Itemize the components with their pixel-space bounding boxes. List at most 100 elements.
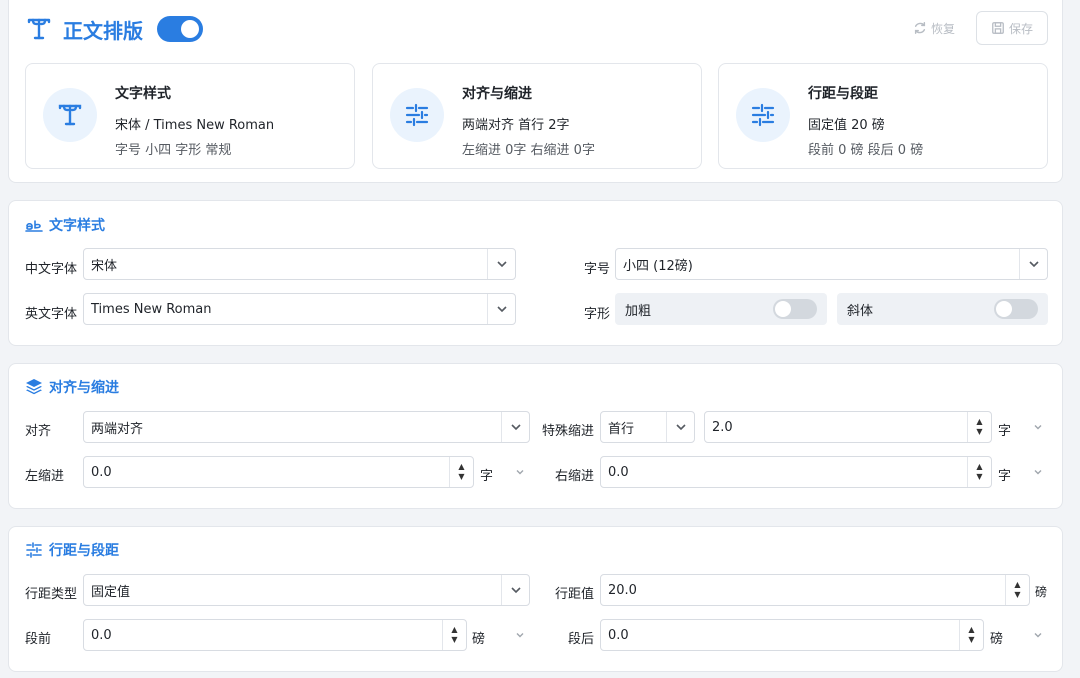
font-size-select[interactable]: 小四 (12磅) xyxy=(615,248,1048,280)
save-label: 保存 xyxy=(1008,21,1033,36)
save-button[interactable]: 保存 xyxy=(976,11,1048,45)
italic-toggle-row: 斜体 xyxy=(837,293,1048,325)
space-after-input[interactable]: 0.0 ▲ ▼ xyxy=(600,619,984,651)
summary-detail: 固定值 20 磅 xyxy=(808,118,885,133)
chevron-down-icon[interactable] xyxy=(1032,421,1044,433)
space-before-value: 0.0 xyxy=(91,627,112,643)
italic-toggle[interactable] xyxy=(994,299,1038,319)
align-select[interactable]: 两端对齐 xyxy=(83,411,530,443)
special-indent-value: 首行 xyxy=(608,421,635,437)
sliders-icon xyxy=(751,103,775,127)
line-spacing-value-input[interactable]: 20.0 ▲ ▼ xyxy=(600,574,1030,606)
en-font-label: 英文字体 xyxy=(25,307,78,322)
special-indent-select[interactable]: 首行 xyxy=(600,411,695,443)
summary-detail: 左缩进 0字 右缩进 0字 xyxy=(462,143,595,158)
line-spacing-type-label: 行距类型 xyxy=(25,587,78,602)
stepper-icon[interactable]: ▲ ▼ xyxy=(442,620,466,650)
en-font-select[interactable]: Times New Roman xyxy=(83,293,516,325)
stepper-icon[interactable]: ▲ ▼ xyxy=(959,620,983,650)
space-after-label: 段后 xyxy=(568,632,595,647)
line-spacing-value: 20.0 xyxy=(608,582,637,598)
chevron-down-icon xyxy=(487,249,515,279)
summary-detail: 字号 小四 字形 常规 xyxy=(115,143,232,158)
section-title: 对齐与缩进 xyxy=(49,380,119,396)
typography-icon xyxy=(58,104,82,126)
chevron-down-icon[interactable] xyxy=(514,629,526,641)
chevron-down-icon[interactable] xyxy=(514,466,526,478)
line-spacing-section: 行距与段距 行距类型 固定值 行距值 20.0 ▲ ▼ 磅 段前 0.0 ▲ ▼ 磅… xyxy=(8,526,1063,672)
chevron-down-icon xyxy=(501,412,529,442)
section-header: 文字样式 xyxy=(25,215,105,235)
stepper-icon[interactable]: ▲ ▼ xyxy=(967,412,991,442)
font-style-section: 文字样式 中文字体 宋体 字号 小四 (12磅) 英文字体 Times New … xyxy=(8,200,1063,346)
spacing-summary-icon-circle xyxy=(736,88,790,142)
chevron-down-icon xyxy=(666,412,694,442)
chevron-down-icon xyxy=(501,575,529,605)
enable-toggle[interactable] xyxy=(157,16,203,42)
summary-title: 文字样式 xyxy=(115,86,171,102)
right-indent-input[interactable]: 0.0 ▲ ▼ xyxy=(600,456,992,488)
summary-detail: 段前 0 磅 段后 0 磅 xyxy=(808,143,924,158)
summary-detail: 宋体 / Times New Roman xyxy=(115,118,275,133)
left-indent-value: 0.0 xyxy=(91,464,112,480)
left-indent-label: 左缩进 xyxy=(25,469,65,484)
section-header: 行距与段距 xyxy=(25,540,119,560)
bold-label: 加粗 xyxy=(625,303,652,319)
font-size-value: 小四 (12磅) xyxy=(623,258,693,274)
left-indent-input[interactable]: 0.0 ▲ ▼ xyxy=(83,456,474,488)
align-value: 两端对齐 xyxy=(91,421,144,437)
sliders-icon xyxy=(405,103,429,127)
unit-label: 磅 xyxy=(472,632,486,647)
size-label: 字号 xyxy=(584,262,611,277)
chevron-down-icon xyxy=(1019,249,1047,279)
summary-title: 对齐与缩进 xyxy=(462,86,532,102)
stepper-icon[interactable]: ▲ ▼ xyxy=(1005,575,1029,605)
chevron-down-icon[interactable] xyxy=(1032,466,1044,478)
save-icon xyxy=(992,22,1004,34)
special-indent-amount: 2.0 xyxy=(712,419,733,435)
summary-card-spacing: 行距与段距 固定值 20 磅 段前 0 磅 段后 0 磅 xyxy=(718,63,1048,169)
chevron-down-icon xyxy=(487,294,515,324)
en-font-value: Times New Roman xyxy=(91,301,212,317)
stepper-icon[interactable]: ▲ ▼ xyxy=(967,457,991,487)
line-spacing-type-select[interactable]: 固定值 xyxy=(83,574,530,606)
stepper-icon[interactable]: ▲ ▼ xyxy=(449,457,473,487)
special-indent-amount-input[interactable]: 2.0 ▲ ▼ xyxy=(704,411,992,443)
layers-icon xyxy=(26,379,42,395)
right-indent-label: 右缩进 xyxy=(555,469,595,484)
align-indent-section: 对齐与缩进 对齐 两端对齐 特殊缩进 首行 2.0 ▲ ▼ 字 左缩进 0.0 ▲… xyxy=(8,363,1063,509)
summary-detail: 两端对齐 首行 2字 xyxy=(462,118,570,133)
style-label: 字形 xyxy=(584,307,611,322)
sliders-icon xyxy=(26,542,42,558)
cn-font-value: 宋体 xyxy=(91,258,118,274)
align-label: 对齐 xyxy=(25,424,52,439)
paragraph-layout-header: 正文排版 恢复 保存 文字样式 宋体 / Times New Roman 字号 … xyxy=(8,0,1063,183)
restore-button[interactable]: 恢复 xyxy=(902,11,966,45)
right-indent-value: 0.0 xyxy=(608,464,629,480)
text-ab-icon xyxy=(25,220,43,232)
refresh-icon xyxy=(914,22,926,34)
space-after-value: 0.0 xyxy=(608,627,629,643)
space-before-label: 段前 xyxy=(25,632,52,647)
align-summary-icon-circle xyxy=(390,88,444,142)
unit-label: 字 xyxy=(998,424,1012,439)
line-spacing-value-label: 行距值 xyxy=(555,587,595,602)
italic-label: 斜体 xyxy=(847,303,874,319)
unit-label: 字 xyxy=(480,469,494,484)
font-summary-icon-circle xyxy=(43,88,97,142)
summary-card-align: 对齐与缩进 两端对齐 首行 2字 左缩进 0字 右缩进 0字 xyxy=(372,63,702,169)
cn-font-label: 中文字体 xyxy=(25,262,78,277)
section-header: 对齐与缩进 xyxy=(25,377,119,397)
section-title: 行距与段距 xyxy=(49,543,119,559)
unit-label: 字 xyxy=(998,469,1012,484)
restore-label: 恢复 xyxy=(930,21,955,36)
summary-title: 行距与段距 xyxy=(808,86,878,102)
page-title: 正文排版 xyxy=(63,18,143,43)
unit-label: 磅 xyxy=(1035,585,1048,599)
cn-font-select[interactable]: 宋体 xyxy=(83,248,516,280)
space-before-input[interactable]: 0.0 ▲ ▼ xyxy=(83,619,467,651)
chevron-down-icon[interactable] xyxy=(1032,629,1044,641)
typography-icon xyxy=(27,18,51,40)
special-indent-label: 特殊缩进 xyxy=(542,424,595,439)
bold-toggle[interactable] xyxy=(773,299,817,319)
